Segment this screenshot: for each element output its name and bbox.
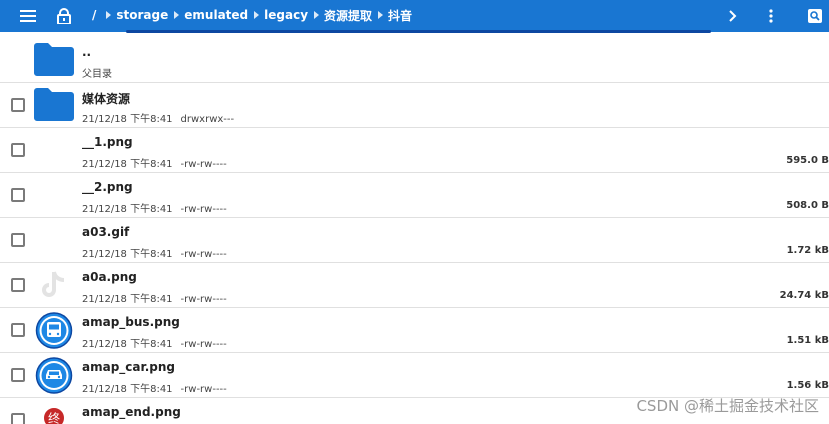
end-marker-label: 终: [48, 411, 60, 424]
chevron-right-icon: [378, 11, 384, 19]
file-permissions: drwxrwx---: [180, 114, 235, 125]
file-name: amap_car.png: [82, 360, 175, 374]
chevron-right-icon[interactable]: [723, 6, 743, 26]
file-meta: 21/12/18 下午8:41 drwxrwx---: [82, 110, 234, 125]
file-permissions: -rw-rw----: [180, 249, 227, 260]
chevron-right-icon: [314, 11, 320, 19]
list-item[interactable]: amap_car.png 21/12/18 下午8:41 -rw-rw---- 1…: [0, 353, 829, 398]
list-item[interactable]: a0a.png 21/12/18 下午8:41 -rw-rw---- 24.74 …: [0, 263, 829, 308]
folder-icon: [34, 42, 74, 79]
breadcrumb-douyin[interactable]: 抖音: [372, 7, 412, 24]
file-date: 21/12/18 下午8:41: [82, 114, 173, 125]
list-item[interactable]: a03.gif 21/12/18 下午8:41 -rw-rw---- 1.72 k…: [0, 218, 829, 263]
car-icon: [34, 357, 74, 394]
file-name: amap_bus.png: [82, 315, 180, 329]
watermark: CSDN @稀土掘金技术社区: [636, 397, 819, 415]
file-name: 媒体资源: [82, 92, 131, 106]
search-icon[interactable]: [805, 6, 825, 26]
parent-label: 父目录: [82, 69, 112, 80]
list-item[interactable]: __2.png 21/12/18 下午8:41 -rw-rw---- 508.0 …: [0, 173, 829, 218]
file-permissions: -rw-rw----: [180, 159, 227, 170]
file-name: __1.png: [82, 135, 133, 149]
file-name: amap_end.png: [82, 405, 181, 419]
app-toolbar: / storage emulated legacy 资源提取 抖音: [0, 0, 829, 33]
breadcrumb-emulated[interactable]: emulated: [168, 8, 248, 22]
breadcrumb-root[interactable]: /: [86, 8, 100, 22]
file-meta: 21/12/18 下午8:41 -rw-rw----: [82, 335, 227, 350]
folder-icon: [34, 87, 74, 124]
lock-icon[interactable]: [54, 6, 74, 26]
file-name: a0a.png: [82, 270, 137, 284]
list-item[interactable]: amap_bus.png 21/12/18 下午8:41 -rw-rw---- 1…: [0, 308, 829, 353]
more-vert-icon[interactable]: [761, 6, 781, 26]
select-checkbox[interactable]: [11, 188, 25, 202]
tiktok-logo-icon: [34, 267, 74, 304]
menu-icon[interactable]: [18, 6, 38, 26]
file-size: 1.51 kB: [786, 335, 829, 346]
breadcrumb-storage[interactable]: storage: [100, 8, 168, 22]
breadcrumb-legacy[interactable]: legacy: [248, 8, 308, 22]
file-meta: 21/12/18 下午8:41 -rw-rw----: [82, 290, 227, 305]
file-meta: 21/12/18 下午8:41 -rw-rw----: [82, 380, 227, 395]
file-size: 24.74 kB: [779, 290, 829, 301]
file-size: 1.72 kB: [786, 245, 829, 256]
file-size: 1.56 kB: [786, 380, 829, 391]
file-meta: 21/12/18 下午8:41 -rw-rw----: [82, 245, 227, 260]
parent-name: ..: [82, 45, 92, 59]
file-permissions: -rw-rw----: [180, 384, 227, 395]
file-date: 21/12/18 下午8:41: [82, 384, 173, 395]
file-name: a03.gif: [82, 225, 130, 239]
select-checkbox[interactable]: [11, 233, 25, 247]
select-checkbox[interactable]: [11, 323, 25, 337]
file-date: 21/12/18 下午8:41: [82, 339, 173, 350]
file-meta: 21/12/18 下午8:41 -rw-rw----: [82, 200, 227, 215]
breadcrumb-extract[interactable]: 资源提取: [308, 7, 372, 24]
file-meta: 21/12/18 下午8:41 -rw-rw----: [82, 155, 227, 170]
file-date: 21/12/18 下午8:41: [82, 294, 173, 305]
list-item[interactable]: 媒体资源 21/12/18 下午8:41 drwxrwx---: [0, 83, 829, 128]
file-size: 595.0 B: [786, 155, 829, 166]
file-name: __2.png: [82, 180, 133, 194]
scroll-progress-bar: [126, 30, 711, 33]
select-checkbox[interactable]: [11, 278, 25, 292]
file-size: 508.0 B: [786, 200, 829, 211]
end-marker-icon: 终: [34, 402, 74, 424]
select-checkbox[interactable]: [11, 143, 25, 157]
file-date: 21/12/18 下午8:41: [82, 249, 173, 260]
file-date: 21/12/18 下午8:41: [82, 204, 173, 215]
chevron-right-icon: [254, 11, 260, 19]
chevron-right-icon: [174, 11, 180, 19]
chevron-right-icon: [106, 11, 112, 19]
breadcrumb: / storage emulated legacy 资源提取 抖音: [86, 0, 412, 30]
select-checkbox[interactable]: [11, 98, 25, 112]
parent-directory-row[interactable]: .. 父目录: [0, 38, 829, 83]
file-permissions: -rw-rw----: [180, 294, 227, 305]
select-checkbox[interactable]: [11, 413, 25, 424]
list-item[interactable]: __1.png 21/12/18 下午8:41 -rw-rw---- 595.0 …: [0, 128, 829, 173]
file-permissions: -rw-rw----: [180, 204, 227, 215]
select-checkbox[interactable]: [11, 368, 25, 382]
file-date: 21/12/18 下午8:41: [82, 159, 173, 170]
file-permissions: -rw-rw----: [180, 339, 227, 350]
file-list: .. 父目录 媒体资源 21/12/18 下午8:41 drwxrwx--- __…: [0, 38, 829, 424]
bus-icon: [34, 312, 74, 349]
